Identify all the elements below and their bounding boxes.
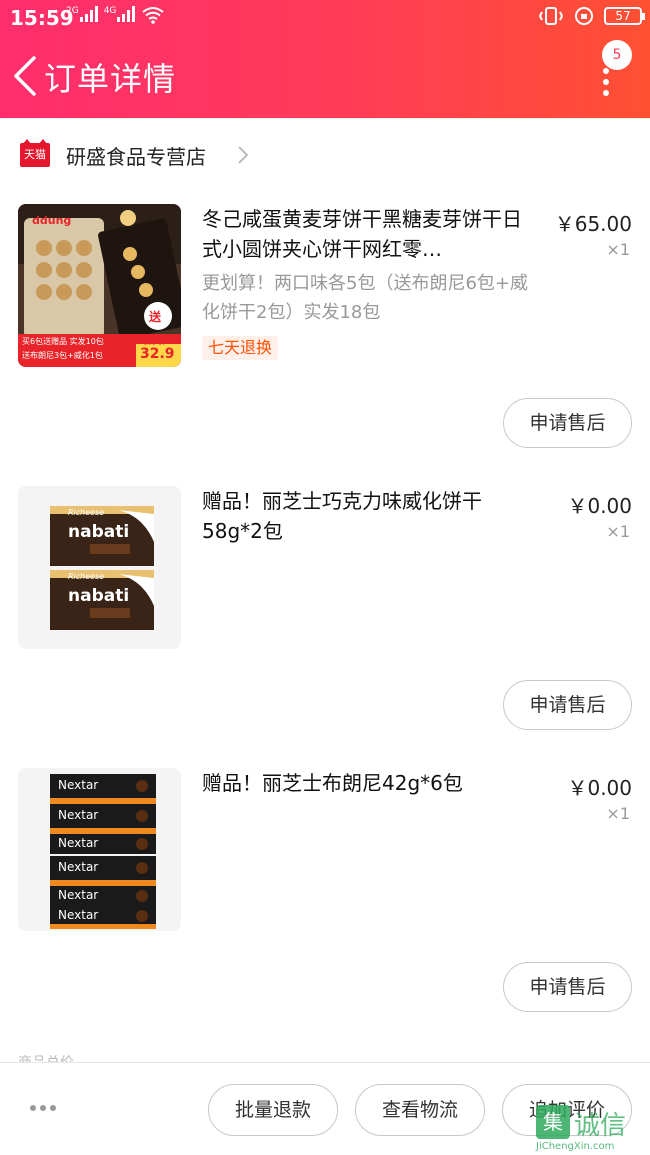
nav-bar: 订单详情 — [0, 40, 650, 112]
more-horizontal-icon[interactable] — [30, 1105, 56, 1111]
watermark-url: JiChengXin.com — [536, 1141, 615, 1152]
wifi-icon — [142, 7, 165, 24]
signal-bars-icon — [79, 6, 98, 22]
thumb-product: Nextar — [58, 836, 99, 850]
thumb-send: 送 — [149, 310, 162, 324]
product-quantity: ×1 — [606, 240, 630, 259]
thumb-brand: ddung — [32, 214, 72, 227]
message-count-badge[interactable]: 5 — [602, 40, 632, 70]
product-spec: 更划算！两口味各5包（送布朗尼6包+威化饼干2包）实发18包 — [202, 273, 528, 323]
product-thumbnail-art — [18, 768, 181, 931]
thumb-brand: Richeese — [68, 572, 105, 581]
status-time: 15:59 — [10, 6, 74, 30]
product-price: ￥0.00 — [567, 776, 632, 800]
return-policy-tag: 七天退换 — [202, 336, 279, 360]
after-sale-button[interactable]: 申请售后 — [503, 680, 632, 730]
order-item[interactable]: ddung 送 买6包送赠品 实发10包 送布朗尼3包+威化1包 到手价: 32… — [0, 190, 650, 470]
thumb-gift: 送布朗尼3包+威化1包 — [22, 351, 103, 360]
alarm-icon — [575, 7, 593, 25]
signal-bars-icon — [117, 6, 136, 22]
product-title[interactable]: 赠品！丽芝士巧克力味威化饼干58g*2包 — [202, 486, 534, 546]
thumb-product: Nextar — [58, 778, 99, 792]
thumb-product: nabati — [68, 522, 130, 542]
thumb-product: nabati — [68, 586, 130, 606]
back-icon[interactable] — [10, 54, 40, 98]
product-title[interactable]: 赠品！丽芝士布朗尼42g*6包 — [202, 768, 534, 798]
product-image[interactable]: Richeese nabati Richeese nabati — [18, 486, 181, 649]
signal-label-2: 4G — [103, 6, 117, 16]
more-options-icon[interactable] — [596, 68, 616, 96]
header-bar: 15:59 2G 4G 57 订单详情 5 — [0, 0, 650, 118]
watermark: 集 诚信 JiChengXin.com — [532, 1103, 650, 1155]
chevron-right-icon — [238, 146, 249, 164]
thumb-product: Nextar — [58, 808, 99, 822]
tmall-logo: 天猫 — [20, 139, 50, 167]
thumb-brand: Richeese — [68, 508, 105, 517]
signal-indicators: 2G 4G — [66, 6, 165, 24]
page-title: 订单详情 — [44, 60, 177, 98]
order-item[interactable]: Nextar Nextar Nextar Nextar Nextar Nexta… — [0, 754, 650, 1034]
product-image[interactable]: ddung 送 买6包送赠品 实发10包 送布朗尼3包+威化1包 到手价: 32… — [18, 204, 181, 367]
product-quantity: ×1 — [606, 804, 630, 823]
product-quantity: ×1 — [606, 522, 630, 541]
signal-label-1: 2G — [66, 6, 79, 16]
shop-name[interactable]: 研盛食品专营店 — [66, 141, 206, 170]
thumb-product: Nextar — [58, 908, 99, 922]
watermark-text: 诚信 — [574, 1111, 627, 1141]
product-title[interactable]: 冬己咸蛋黄麦芽饼干黑糖麦芽饼干日式小圆饼夹心饼干网红零… — [202, 204, 534, 264]
product-price: ￥65.00 — [554, 212, 632, 236]
shop-row[interactable]: 天猫 研盛食品专营店 — [0, 118, 650, 190]
status-bar: 15:59 2G 4G 57 — [0, 0, 650, 34]
thumb-product: Nextar — [58, 860, 99, 874]
thumb-price: 32.9 — [140, 346, 175, 362]
product-price: ￥0.00 — [567, 494, 632, 518]
product-image[interactable]: Nextar Nextar Nextar Nextar Nextar Nexta… — [18, 768, 181, 931]
thumb-promo: 买6包送赠品 实发10包 — [22, 337, 104, 346]
watermark-logo: 集 — [536, 1105, 570, 1139]
after-sale-button[interactable]: 申请售后 — [503, 398, 632, 448]
vibrate-icon — [538, 7, 564, 25]
thumb-product: Nextar — [58, 888, 99, 902]
status-right-icons: 57 — [538, 6, 645, 26]
battery-icon: 57 — [604, 7, 645, 25]
order-item[interactable]: Richeese nabati Richeese nabati 赠品！丽芝士巧克… — [0, 472, 650, 752]
after-sale-button[interactable]: 申请售后 — [503, 962, 632, 1012]
view-logistics-button[interactable]: 查看物流 — [355, 1084, 485, 1136]
batch-refund-button[interactable]: 批量退款 — [208, 1084, 338, 1136]
